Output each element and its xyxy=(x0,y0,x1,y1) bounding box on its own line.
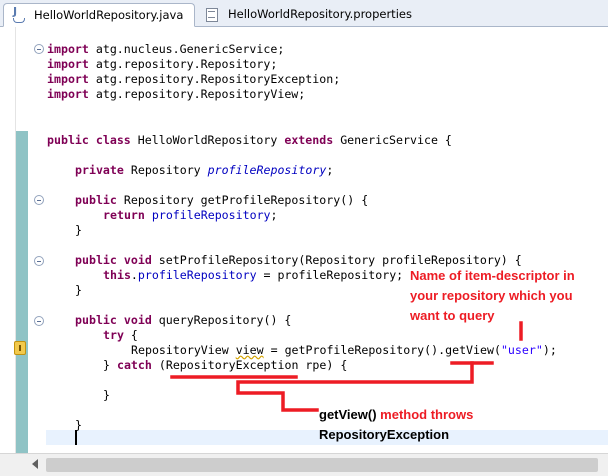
code-line: import atg.nucleus.GenericService; xyxy=(47,42,285,56)
warning-icon[interactable] xyxy=(14,341,26,355)
code-line: import atg.repository.RepositoryExceptio… xyxy=(47,72,341,86)
code-line: return profileRepository; xyxy=(103,208,278,222)
tab-hello-world-repository-java[interactable]: HelloWorldRepository.java xyxy=(3,3,195,27)
properties-file-icon xyxy=(204,7,220,23)
scroll-left-arrow-icon[interactable] xyxy=(32,459,38,469)
code-line: try { xyxy=(103,328,138,342)
editor-gutter xyxy=(0,27,16,453)
code-line: RepositoryView view = getProfileReposito… xyxy=(131,343,557,357)
scrollbar-thumb[interactable] xyxy=(46,458,598,472)
code-line: private Repository profileRepository; xyxy=(75,163,334,177)
code-line: } xyxy=(75,223,82,237)
fold-toggle-icon[interactable] xyxy=(34,316,44,326)
code-line: } catch (RepositoryException rpe) { xyxy=(103,358,348,372)
fold-toggle-icon[interactable] xyxy=(34,256,44,266)
unused-variable-warning: view xyxy=(235,343,264,357)
annotation-descriptor-line-2: your repository which you xyxy=(410,288,573,303)
code-line: } xyxy=(75,418,82,432)
code-line: public Repository getProfileRepository()… xyxy=(75,193,369,207)
code-line: } xyxy=(75,283,82,297)
tab-label: HelloWorldRepository.properties xyxy=(228,7,412,21)
annotation-throws-line-1: getView() method throws xyxy=(319,407,474,422)
fold-toggle-icon[interactable] xyxy=(34,44,44,54)
fold-toggle-icon[interactable] xyxy=(34,195,44,205)
annotation-throws-line-2: RepositoryException xyxy=(319,427,450,442)
code-line: public class HelloWorldRepository extend… xyxy=(47,133,452,147)
code-line: import atg.repository.RepositoryView; xyxy=(47,87,306,101)
annotation-descriptor-line-1: Name of item-descriptor in xyxy=(410,268,575,283)
editor-tab-bar: HelloWorldRepository.java HelloWorldRepo… xyxy=(0,0,608,27)
change-marker-strip xyxy=(16,131,28,453)
code-line: } xyxy=(103,388,110,402)
tab-hello-world-repository-properties[interactable]: HelloWorldRepository.properties xyxy=(196,3,416,27)
tab-label: HelloWorldRepository.java xyxy=(34,8,184,22)
horizontal-scrollbar[interactable] xyxy=(0,453,608,476)
java-file-icon xyxy=(10,5,26,24)
code-line: public void queryRepository() { xyxy=(75,313,292,327)
code-line: this.profileRepository = profileReposito… xyxy=(103,268,404,282)
code-line: import atg.repository.Repository; xyxy=(47,57,278,71)
annotation-descriptor-line-3: want to query xyxy=(410,308,495,323)
